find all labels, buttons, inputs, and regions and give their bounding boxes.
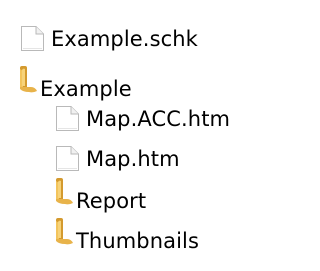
tree-item-report-folder[interactable]: Report — [52, 168, 146, 212]
document-icon — [20, 25, 45, 52]
tree-item-example-schk[interactable]: Example.schk — [20, 12, 198, 52]
tree-item-example-folder[interactable]: Example — [16, 56, 132, 100]
folder-name: Thumbnails — [76, 229, 200, 253]
folder-icon — [16, 65, 38, 96]
file-name: Map.ACC.htm — [86, 107, 231, 131]
document-icon — [55, 105, 80, 132]
folder-icon — [52, 217, 74, 248]
tree-item-map-acc-htm[interactable]: Map.ACC.htm — [55, 92, 230, 132]
folder-icon — [52, 177, 74, 208]
tree-item-thumbnails-folder[interactable]: Thumbnails — [52, 208, 199, 252]
file-name: Example.schk — [51, 27, 198, 51]
file-name: Map.htm — [86, 147, 180, 171]
tree-item-map-htm[interactable]: Map.htm — [55, 132, 180, 172]
